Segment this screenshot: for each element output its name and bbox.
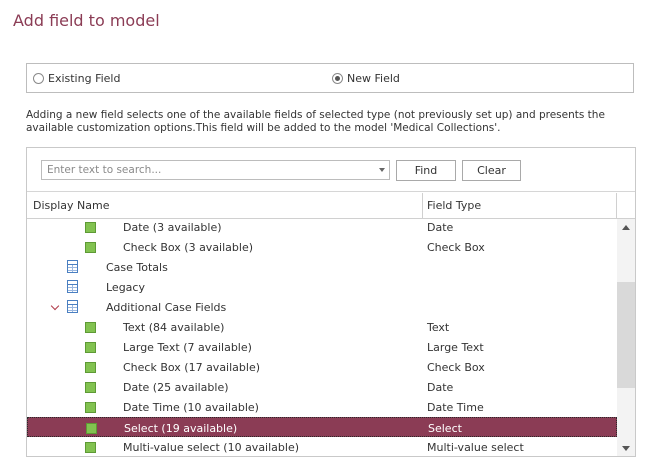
chevron-down-icon[interactable] bbox=[379, 168, 385, 172]
clear-button[interactable]: Clear bbox=[462, 160, 521, 181]
field-mode-group: Existing Field New Field bbox=[26, 63, 634, 93]
search-input[interactable] bbox=[42, 161, 372, 179]
scroll-up-icon[interactable] bbox=[622, 225, 630, 230]
column-divider bbox=[616, 193, 617, 218]
field-icon bbox=[85, 222, 96, 233]
new-field-radio-circle[interactable] bbox=[332, 73, 343, 84]
table-row[interactable]: Large Text (7 available) Large Text bbox=[27, 337, 617, 357]
table-row[interactable]: Date (3 available) Date bbox=[27, 219, 617, 237]
table-icon bbox=[67, 300, 78, 313]
row-display-name: Date (25 available) bbox=[123, 381, 229, 394]
existing-field-radio[interactable]: Existing Field bbox=[33, 72, 120, 85]
row-field-type: Date bbox=[427, 221, 454, 234]
table-row[interactable]: Check Box (17 available) Check Box bbox=[27, 357, 617, 377]
column-header-field-type[interactable]: Field Type bbox=[427, 199, 481, 212]
table-row[interactable]: Multi-value select (10 available) Multi-v… bbox=[27, 437, 617, 456]
table-icon bbox=[67, 260, 78, 273]
row-display-name: Case Totals bbox=[106, 261, 168, 274]
row-display-name: Legacy bbox=[106, 281, 145, 294]
field-picker-panel: Find Clear Display Name Field Type Date … bbox=[26, 147, 636, 457]
existing-field-label: Existing Field bbox=[48, 72, 121, 85]
row-field-type: Date bbox=[427, 381, 454, 394]
field-icon bbox=[85, 382, 96, 393]
table-row[interactable]: Case Totals bbox=[27, 257, 617, 277]
column-header-display-name[interactable]: Display Name bbox=[33, 199, 110, 212]
row-display-name: Date Time (10 available) bbox=[123, 401, 259, 414]
row-field-type: Select bbox=[428, 422, 462, 435]
field-icon bbox=[86, 423, 97, 434]
field-icon bbox=[85, 342, 96, 353]
expand-chevron-icon[interactable] bbox=[50, 301, 60, 311]
row-display-name: Text (84 available) bbox=[123, 321, 225, 334]
table-row[interactable]: Check Box (3 available) Check Box bbox=[27, 237, 617, 257]
table-row[interactable]: Legacy bbox=[27, 277, 617, 297]
table-row-selected[interactable]: Select (19 available) Select bbox=[27, 417, 617, 437]
row-display-name: Select (19 available) bbox=[124, 422, 238, 435]
row-field-type: Multi-value select bbox=[427, 441, 524, 454]
row-field-type: Large Text bbox=[427, 341, 484, 354]
row-field-type: Date Time bbox=[427, 401, 484, 414]
table-icon bbox=[67, 280, 78, 293]
column-divider[interactable] bbox=[422, 193, 423, 218]
table-row[interactable]: Text (84 available) Text bbox=[27, 317, 617, 337]
row-display-name: Multi-value select (10 available) bbox=[123, 441, 300, 454]
field-icon bbox=[85, 242, 96, 253]
find-button[interactable]: Find bbox=[396, 160, 456, 181]
row-field-type: Check Box bbox=[427, 241, 485, 254]
vertical-scrollbar[interactable] bbox=[617, 219, 635, 456]
existing-field-radio-circle[interactable] bbox=[33, 73, 44, 84]
description-text: Adding a new field selects one of the av… bbox=[26, 109, 605, 134]
field-icon bbox=[85, 322, 96, 333]
row-display-name: Additional Case Fields bbox=[106, 301, 227, 314]
row-field-type: Text bbox=[427, 321, 450, 334]
row-display-name: Large Text (7 available) bbox=[123, 341, 252, 354]
table-row[interactable]: Additional Case Fields bbox=[27, 297, 617, 317]
search-bar: Find Clear bbox=[27, 148, 635, 192]
row-display-name: Check Box (3 available) bbox=[123, 241, 254, 254]
field-icon bbox=[85, 362, 96, 373]
table-row[interactable]: Date Time (10 available) Date Time bbox=[27, 397, 617, 417]
row-field-type: Check Box bbox=[427, 361, 485, 374]
field-icon bbox=[85, 442, 96, 453]
row-display-name: Date (3 available) bbox=[123, 221, 222, 234]
new-field-radio[interactable]: New Field bbox=[332, 72, 400, 85]
scrollbar-thumb[interactable] bbox=[617, 282, 635, 388]
scroll-down-icon[interactable] bbox=[622, 446, 630, 451]
new-field-label: New Field bbox=[347, 72, 400, 85]
field-icon bbox=[85, 402, 96, 413]
search-box[interactable] bbox=[41, 160, 390, 180]
field-tree-list: Date (3 available) Date Check Box (3 avail… bbox=[27, 219, 617, 456]
table-row[interactable]: Date (25 available) Date bbox=[27, 377, 617, 397]
dialog-title: Add field to model bbox=[13, 11, 160, 30]
row-display-name: Check Box (17 available) bbox=[123, 361, 261, 374]
grid-header: Display Name Field Type bbox=[27, 193, 635, 219]
